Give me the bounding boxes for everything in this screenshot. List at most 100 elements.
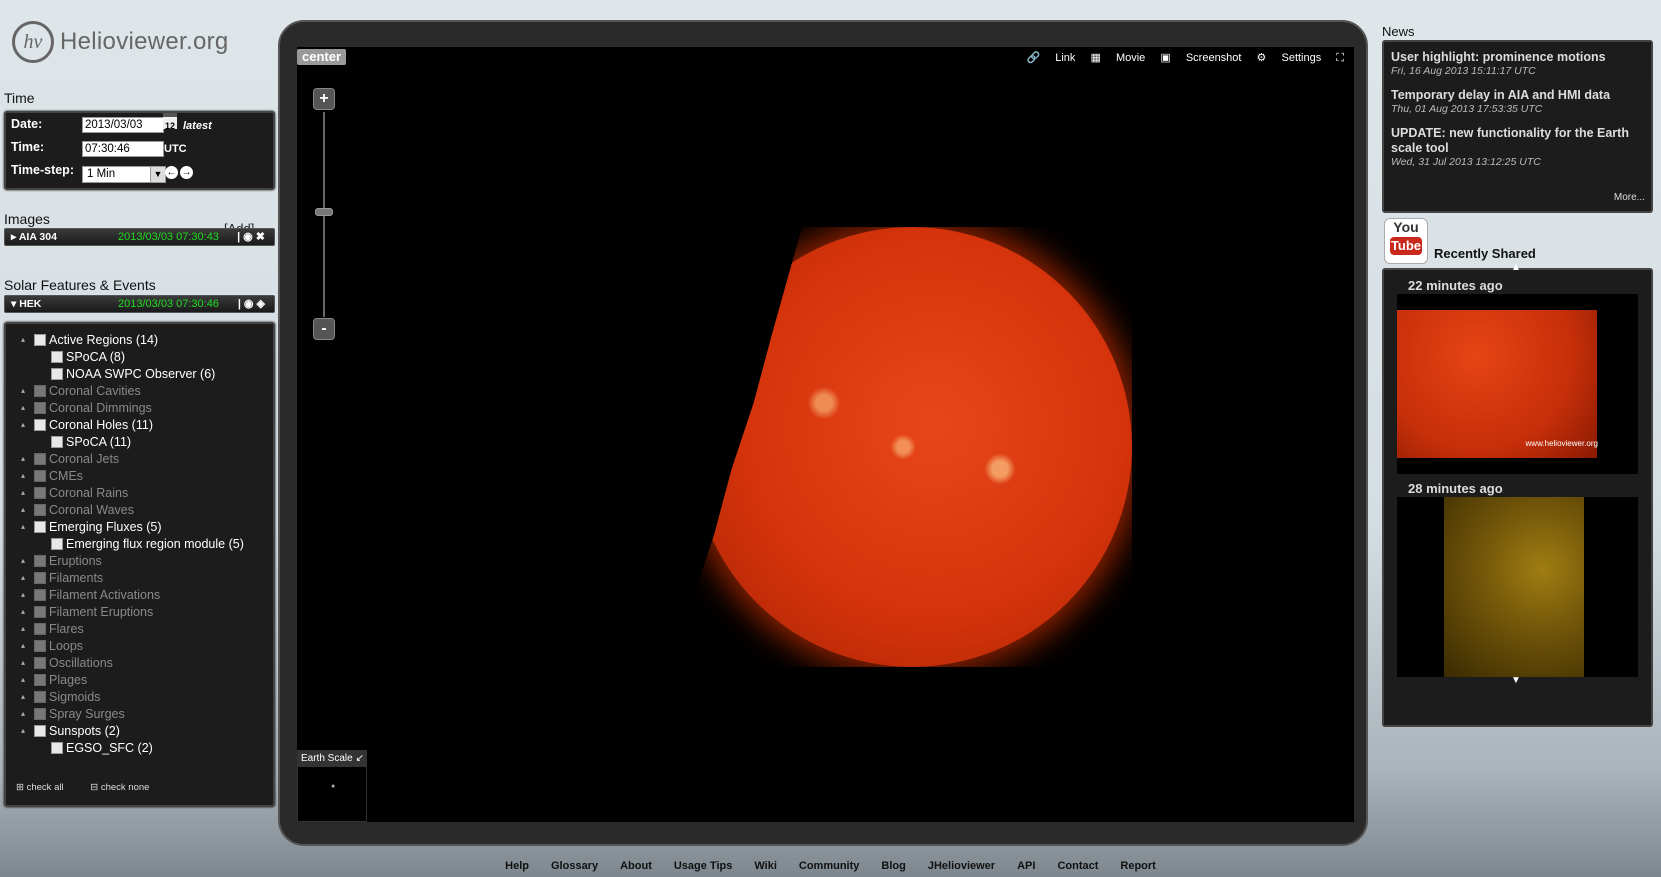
feature-checkbox[interactable] [34,402,46,414]
expand-triangle-icon[interactable]: ▴ [21,332,25,348]
expand-triangle-icon[interactable]: ▴ [21,451,25,467]
footer-link[interactable]: Wiki [754,860,777,872]
feature-checkbox[interactable] [34,555,46,567]
feature-item[interactable]: NOAA SWPC Observer (6) [51,366,215,382]
calendar-icon[interactable]: 12 [163,113,177,131]
feature-checkbox[interactable] [34,606,46,618]
movie-button[interactable]: ▦ Movie [1090,52,1145,64]
feature-checkbox[interactable] [34,419,46,431]
helioviewer-logo[interactable]: hv Helioviewer.org [12,20,229,64]
feature-item[interactable]: ▴ Flares [21,621,84,637]
expand-triangle-icon[interactable]: ▴ [21,655,25,671]
news-item-title[interactable]: UPDATE: new functionality for the Earth … [1391,126,1644,156]
shared-video-thumbnail[interactable]: www.helioviewer.org [1397,294,1638,474]
news-item[interactable]: User highlight: prominence motions Fri, … [1391,50,1644,77]
scroll-up-icon[interactable]: ▲ [1511,262,1521,273]
footer-link[interactable]: JHelioviewer [928,860,995,872]
solar-image-canvas[interactable] [297,47,1354,822]
image-layer-name[interactable]: ▸ AIA 304 [11,229,57,245]
sun-image[interactable] [692,227,1132,667]
time-input[interactable] [82,141,164,157]
news-more-link[interactable]: More... [1614,192,1645,203]
feature-item[interactable]: ▴ Plages [21,672,87,688]
footer-link[interactable]: Usage Tips [674,860,733,872]
feature-checkbox[interactable] [34,589,46,601]
expand-triangle-icon[interactable]: ▴ [21,638,25,654]
feature-item[interactable]: ▴ Coronal Waves [21,502,134,518]
expand-triangle-icon[interactable]: ▴ [21,519,25,535]
feature-checkbox[interactable] [51,351,63,363]
feature-item[interactable]: ▴ Active Regions (14) [21,332,158,348]
feature-item[interactable]: Emerging flux region module (5) [51,536,244,552]
expand-triangle-icon[interactable]: ▴ [21,570,25,586]
timestep-select[interactable]: 1 Min ▼ [82,166,166,183]
date-input[interactable] [82,117,164,133]
visibility-eye-icon[interactable]: |◉ [238,298,257,310]
check-none-link[interactable]: ⊟ check none [90,782,161,793]
hek-layer-row[interactable]: ▾ HEK 2013/03/03 07:30:46 |◉◈ [4,295,275,313]
news-item[interactable]: UPDATE: new functionality for the Earth … [1391,126,1644,168]
feature-checkbox[interactable] [51,742,63,754]
feature-item[interactable]: ▴ Sigmoids [21,689,100,705]
step-forward-icon[interactable]: → [180,166,193,179]
feature-checkbox[interactable] [34,708,46,720]
close-icon[interactable]: ✖ [256,231,268,243]
feature-item[interactable]: ▴ Coronal Dimmings [21,400,152,416]
shared-video-thumbnail[interactable] [1397,497,1638,677]
feature-item[interactable]: ▴ Sunspots (2) [21,723,120,739]
scroll-down-icon[interactable]: ▼ [1511,675,1521,686]
youtube-icon[interactable]: You Tube [1384,218,1428,264]
news-item-title[interactable]: Temporary delay in AIA and HMI data [1391,88,1644,103]
expand-triangle-icon[interactable]: ▴ [21,706,25,722]
expand-triangle-icon[interactable]: ▴ [21,553,25,569]
latest-link[interactable]: latest [183,120,212,132]
expand-triangle-icon[interactable]: ▴ [21,723,25,739]
earth-scale-widget[interactable]: Earth Scale ↙ ● [297,750,367,822]
check-all-link[interactable]: ⊞ check all [16,782,76,793]
zoom-in-button[interactable]: + [313,88,335,110]
feature-item[interactable]: ▴ Emerging Fluxes (5) [21,519,162,535]
feature-checkbox[interactable] [51,538,63,550]
feature-checkbox[interactable] [34,470,46,482]
hek-layer-name[interactable]: ▾ HEK [11,296,41,312]
feature-item[interactable]: ▴ Coronal Rains [21,485,128,501]
feature-item[interactable]: ▴ Spray Surges [21,706,125,722]
expand-triangle-icon[interactable]: ▴ [21,604,25,620]
expand-triangle-icon[interactable]: ▴ [21,689,25,705]
step-back-icon[interactable]: ← [165,166,178,179]
feature-item[interactable]: ▴ Oscillations [21,655,113,671]
settings-button[interactable]: ⚙ Settings [1257,52,1322,64]
feature-item[interactable]: ▴ Coronal Holes (11) [21,417,153,433]
collapse-arrow-icon[interactable]: ↙ [355,753,363,764]
footer-link[interactable]: Community [799,860,860,872]
feature-checkbox[interactable] [34,725,46,737]
expand-triangle-icon[interactable]: ▴ [21,587,25,603]
screenshot-button[interactable]: ▣ Screenshot [1160,52,1241,64]
feature-item[interactable]: EGSO_SFC (2) [51,740,153,756]
feature-checkbox[interactable] [34,453,46,465]
footer-link[interactable]: About [620,860,652,872]
feature-item[interactable]: ▴ Filament Eruptions [21,604,153,620]
feature-item[interactable]: ▴ Eruptions [21,553,102,569]
feature-checkbox[interactable] [34,385,46,397]
footer-link[interactable]: Contact [1057,860,1098,872]
feature-checkbox[interactable] [34,572,46,584]
feature-checkbox[interactable] [34,487,46,499]
footer-link[interactable]: Glossary [551,860,598,872]
fullscreen-icon[interactable]: ⛶ [1336,52,1344,64]
feature-checkbox[interactable] [34,623,46,635]
feature-item[interactable]: ▴ Coronal Jets [21,451,119,467]
feature-checkbox[interactable] [51,368,63,380]
footer-link[interactable]: Report [1120,860,1155,872]
feature-item[interactable]: ▴ CMEs [21,468,83,484]
expand-triangle-icon[interactable]: ▴ [21,672,25,688]
feature-item[interactable]: SPoCA (11) [51,434,131,450]
feature-item[interactable]: ▴ Filament Activations [21,587,160,603]
image-layer-row[interactable]: ▸ AIA 304 2013/03/03 07:30:43 |◉✖ [4,228,275,246]
feature-item[interactable]: SPoCA (8) [51,349,125,365]
feature-checkbox[interactable] [34,334,46,346]
news-item[interactable]: Temporary delay in AIA and HMI data Thu,… [1391,88,1644,115]
expand-triangle-icon[interactable]: ▴ [21,621,25,637]
visibility-eye-icon[interactable]: |◉ [237,231,256,243]
feature-checkbox[interactable] [34,521,46,533]
